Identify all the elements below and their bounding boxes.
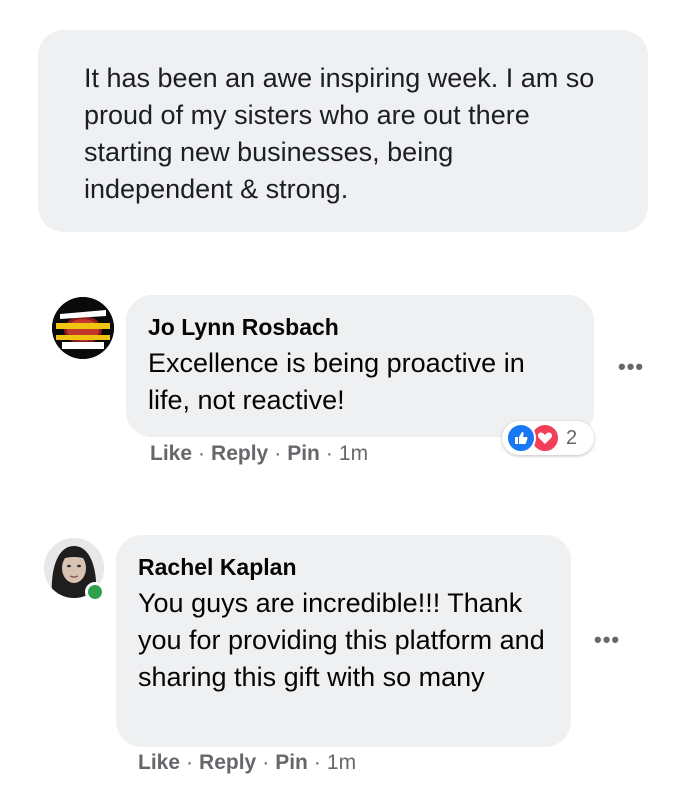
- separator: ·: [313, 751, 321, 774]
- separator: ·: [262, 751, 270, 774]
- online-status-indicator: [85, 582, 105, 602]
- reply-button[interactable]: Reply: [211, 442, 268, 465]
- post-bubble: It has been an awe inspiring week. I am …: [38, 30, 648, 232]
- post-text: It has been an awe inspiring week. I am …: [84, 63, 595, 204]
- more-options-icon[interactable]: •••: [594, 627, 620, 653]
- comment-text: Excellence is being proactive in life, n…: [148, 348, 525, 415]
- reply-button[interactable]: Reply: [199, 751, 256, 774]
- separator: ·: [186, 751, 194, 774]
- reactions-summary[interactable]: 2: [502, 421, 594, 455]
- comment-author[interactable]: Rachel Kaplan: [138, 553, 549, 581]
- pin-button[interactable]: Pin: [287, 442, 320, 465]
- comment-text: You guys are incredible!!! Thank you for…: [138, 588, 545, 692]
- like-button[interactable]: Like: [150, 442, 192, 465]
- separator: ·: [274, 442, 282, 465]
- separator: ·: [198, 442, 206, 465]
- comment-actions: Like · Reply · Pin · 1m: [138, 751, 356, 775]
- pin-button[interactable]: Pin: [275, 751, 308, 774]
- timestamp[interactable]: 1m: [339, 442, 368, 465]
- like-icon: [506, 423, 536, 453]
- separator: ·: [325, 442, 333, 465]
- reaction-count: 2: [566, 426, 578, 449]
- comment-bubble: Jo Lynn Rosbach Excellence is being proa…: [126, 295, 594, 437]
- more-options-icon[interactable]: •••: [618, 354, 644, 380]
- avatar-logo-image: [52, 297, 114, 359]
- timestamp[interactable]: 1m: [327, 751, 356, 774]
- comment-actions: Like · Reply · Pin · 1m: [150, 442, 368, 466]
- comment-author[interactable]: Jo Lynn Rosbach: [148, 313, 572, 341]
- comment-bubble: Rachel Kaplan You guys are incredible!!!…: [116, 535, 571, 747]
- avatar[interactable]: [52, 297, 114, 359]
- like-button[interactable]: Like: [138, 751, 180, 774]
